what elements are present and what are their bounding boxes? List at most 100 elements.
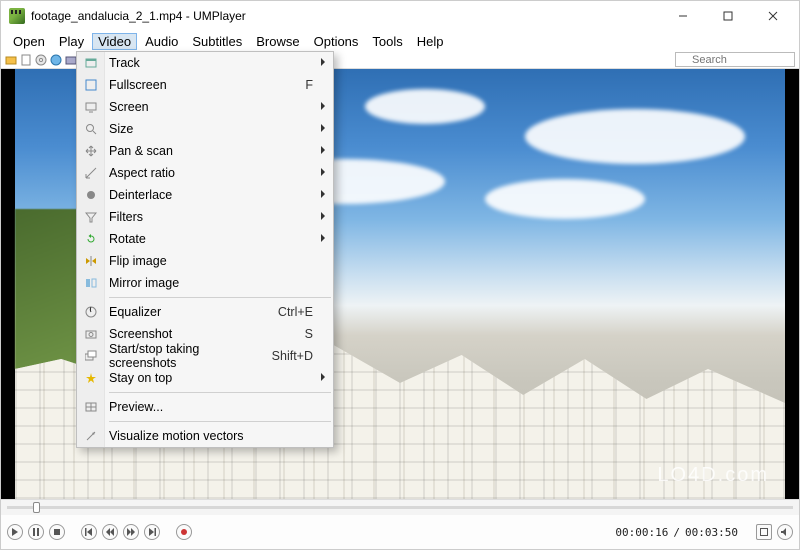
menubar: Open Play Video Audio Subtitles Browse O… [1,31,799,51]
submenu-arrow-icon [321,124,325,132]
video-menu-dropdown: Track Fullscreen F Screen Size Pan & scan Aspe… [76,51,334,448]
track-icon [83,55,99,71]
pause-button[interactable] [28,524,44,540]
menu-tools[interactable]: Tools [366,33,408,50]
seek-bar[interactable] [1,499,799,515]
seek-track [7,506,793,509]
screenshot-icon [83,326,99,342]
menu-item-label: Track [109,56,313,70]
fullscreen-icon [83,77,99,93]
menu-item-pan-scan[interactable]: Pan & scan [77,140,333,162]
menu-video[interactable]: Video [92,33,137,50]
menu-item-label: Rotate [109,232,313,246]
menu-options[interactable]: Options [308,33,365,50]
playback-controls: 00:00:16 / 00:03:50 [1,515,799,549]
submenu-arrow-icon [321,146,325,154]
submenu-arrow-icon [321,102,325,110]
menu-item-mirror-image[interactable]: Mirror image [77,272,333,294]
menu-item-filters[interactable]: Filters [77,206,333,228]
equalizer-icon [83,304,99,320]
minimize-button[interactable] [660,2,705,30]
menu-item-deinterlace[interactable]: Deinterlace [77,184,333,206]
menu-item-label: Size [109,122,313,136]
tool-disc-icon[interactable] [35,54,47,66]
search-input[interactable] [675,52,795,67]
next-button[interactable] [144,524,160,540]
menu-item-shortcut: Ctrl+E [278,305,313,319]
menu-item-flip-image[interactable]: Flip image [77,250,333,272]
mirror-icon [83,275,99,291]
submenu-arrow-icon [321,58,325,66]
search-wrap [675,52,795,68]
play-button[interactable] [7,524,23,540]
window-title: footage_andalucia_2_1.mp4 - UMPlayer [31,9,246,23]
tool-url-icon[interactable] [50,54,62,66]
menu-item-size[interactable]: Size [77,118,333,140]
menu-item-label: Pan & scan [109,144,313,158]
submenu-arrow-icon [321,212,325,220]
time-current: 00:00:16 [615,526,668,539]
mute-button[interactable] [777,524,793,540]
menu-item-track[interactable]: Track [77,52,333,74]
screen-icon [83,99,99,115]
menu-item-preview[interactable]: Preview... [77,396,333,418]
screenshots-icon [83,348,99,364]
watermark: LO4D.com [657,464,769,487]
menu-item-aspect-ratio[interactable]: Aspect ratio [77,162,333,184]
rotate-icon [83,231,99,247]
prev-button[interactable] [81,524,97,540]
tool-open-icon[interactable] [5,54,17,66]
vectors-icon [83,428,99,444]
maximize-button[interactable] [705,2,750,30]
menu-play[interactable]: Play [53,33,90,50]
menu-item-visualize-motion-vectors[interactable]: Visualize motion vectors [77,425,333,447]
menu-item-label: Screenshot [109,327,291,341]
menu-item-rotate[interactable]: Rotate [77,228,333,250]
tool-file-icon[interactable] [20,54,32,66]
preview-icon [83,399,99,415]
menu-item-label: Fullscreen [109,78,291,92]
app-icon [9,8,25,24]
record-button[interactable] [176,524,192,540]
menu-open[interactable]: Open [7,33,51,50]
menu-item-equalizer[interactable]: EqualizerCtrl+E [77,301,333,323]
submenu-arrow-icon [321,190,325,198]
pan-icon [83,143,99,159]
menu-item-label: Filters [109,210,313,224]
filters-icon [83,209,99,225]
menu-item-label: Mirror image [109,276,313,290]
aspect-icon [83,165,99,181]
menu-item-label: Stay on top [109,371,313,385]
forward-button[interactable] [123,524,139,540]
menu-item-fullscreen[interactable]: Fullscreen F [77,74,333,96]
menu-item-stay-on-top[interactable]: Stay on top [77,367,333,389]
menu-item-shortcut: F [305,78,313,92]
menu-item-label: Visualize motion vectors [109,429,313,443]
menu-subtitles[interactable]: Subtitles [186,33,248,50]
submenu-arrow-icon [321,168,325,176]
seek-thumb[interactable] [33,502,40,513]
menu-separator [109,421,331,422]
close-button[interactable] [750,2,795,30]
deinterlace-icon [83,187,99,203]
submenu-arrow-icon [321,373,325,381]
time-total: 00:03:50 [685,526,738,539]
menu-separator [109,392,331,393]
menu-audio[interactable]: Audio [139,33,184,50]
rewind-button[interactable] [102,524,118,540]
flip-icon [83,253,99,269]
menu-item-label: Aspect ratio [109,166,313,180]
menu-item-start-stop-taking-screenshots[interactable]: Start/stop taking screenshots Shift+D [77,345,333,367]
menu-item-label: Preview... [109,400,313,414]
menu-item-label: Start/stop taking screenshots [109,342,258,370]
stop-button[interactable] [49,524,65,540]
menu-item-label: Deinterlace [109,188,313,202]
menu-item-label: Flip image [109,254,313,268]
menu-help[interactable]: Help [411,33,450,50]
menu-item-shortcut: Shift+D [272,349,313,363]
menu-item-screen[interactable]: Screen [77,96,333,118]
menu-separator [109,297,331,298]
submenu-arrow-icon [321,234,325,242]
menu-browse[interactable]: Browse [250,33,305,50]
fullscreen-button[interactable] [756,524,772,540]
